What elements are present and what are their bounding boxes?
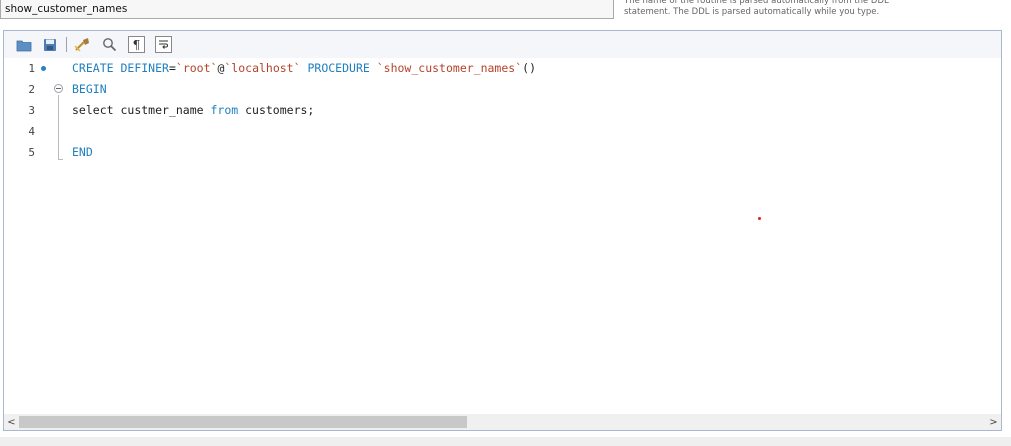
line-number: 2 (28, 83, 35, 96)
editor-toolbar: ¶ (4, 31, 1001, 58)
code-line[interactable]: 4 (4, 121, 1001, 142)
code-token: = (168, 61, 176, 75)
toolbar-separator (66, 37, 67, 52)
code-token: select (72, 103, 114, 117)
routine-name-hint: The name of the routine is parsed automa… (624, 0, 889, 17)
code-line[interactable]: 1 CREATE DEFINER=`root`@`localhost` PROCE… (4, 58, 1001, 79)
scrollbar-thumb[interactable] (19, 416, 467, 428)
toggle-invisibles-icon[interactable]: ¶ (128, 36, 145, 53)
open-folder-icon[interactable] (15, 36, 32, 53)
code-token: () (522, 61, 536, 75)
horizontal-scrollbar[interactable]: < > (4, 414, 1001, 430)
code-text: CREATE DEFINER=`root`@`localhost` PROCED… (72, 58, 536, 79)
bottom-strip (0, 437, 1011, 446)
code-token: CREATE (72, 61, 114, 75)
code-line[interactable]: 5 END (4, 142, 1001, 163)
code-token: custmer_name (113, 103, 211, 117)
line-number: 5 (28, 146, 35, 159)
cursor-marker (758, 217, 761, 220)
code-token: from (210, 103, 239, 117)
routine-name-value: show_customer_names (5, 3, 128, 15)
scroll-left-arrow[interactable]: < (4, 414, 19, 430)
code-token: END (72, 145, 93, 159)
code-text: select custmer_name from customers; (72, 100, 314, 121)
code-text: BEGIN (72, 79, 107, 100)
code-token: `show_customer_names` (376, 61, 523, 75)
word-wrap-icon[interactable] (155, 36, 172, 53)
code-line[interactable]: 2 BEGIN (4, 79, 1001, 100)
line-number: 4 (28, 125, 35, 138)
code-token: PROCEDURE (307, 61, 370, 75)
fold-toggle-icon[interactable] (54, 84, 63, 93)
code-line[interactable]: 3 select custmer_name from customers; (4, 100, 1001, 121)
sql-editor[interactable]: ¶ 1 CREATE DEFINER=`root`@`localhost` PRO… (3, 30, 1002, 431)
routine-name-field[interactable]: show_customer_names (0, 0, 614, 19)
code-token: BEGIN (72, 82, 107, 96)
statement-marker-icon (41, 66, 46, 71)
find-icon[interactable] (101, 36, 118, 53)
save-icon[interactable] (41, 36, 58, 53)
code-token: customers; (238, 103, 315, 117)
code-area[interactable]: 1 CREATE DEFINER=`root`@`localhost` PROCE… (4, 58, 1001, 414)
code-token: `localhost` (224, 61, 301, 75)
code-text: END (72, 142, 93, 163)
line-number: 3 (28, 104, 35, 117)
code-token: `root` (175, 61, 218, 75)
beautify-icon[interactable] (74, 36, 91, 53)
line-number: 1 (28, 62, 35, 75)
code-token: DEFINER (120, 61, 169, 75)
scroll-right-arrow[interactable]: > (986, 414, 1001, 430)
